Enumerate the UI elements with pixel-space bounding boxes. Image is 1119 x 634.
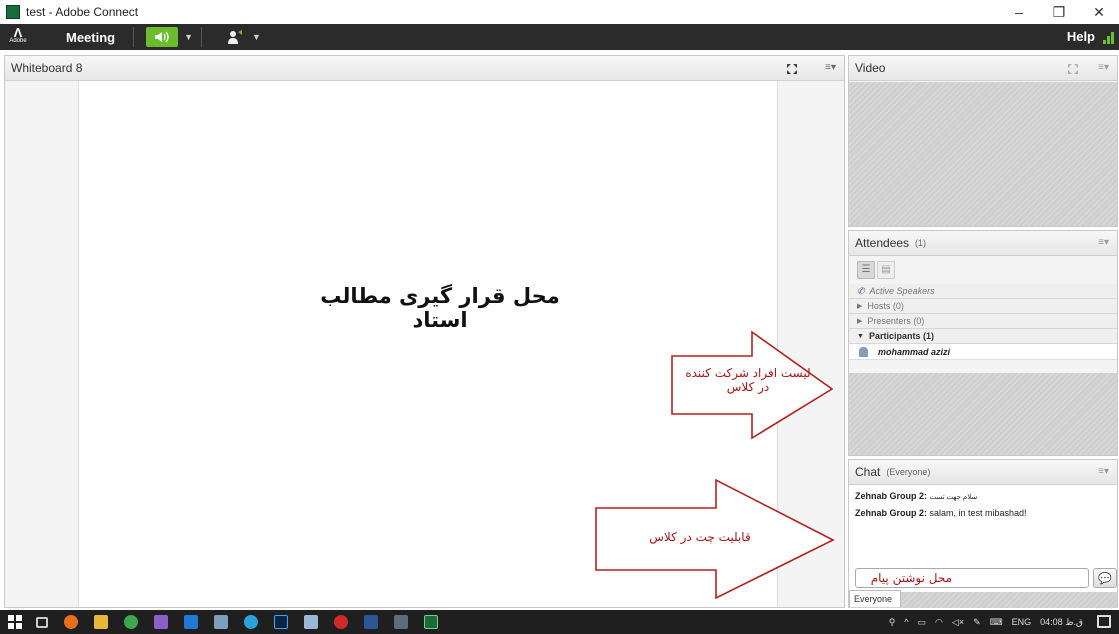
windows-taskbar: ⚲ ^ ▭ ◠ ◁× ✎ ⌨ ENG 04:08 ق.ظ [0, 610, 1119, 634]
volume-icon[interactable]: ◁× [952, 617, 964, 628]
attendees-annotation-label: لیست افراد شرکت کننده در کلاس [668, 366, 828, 394]
word-icon[interactable] [364, 615, 378, 629]
adobe-connect-window: test - Adobe Connect – ❐ ✕ Λ Adobe Meeti… [0, 0, 1119, 634]
chat-annotation-label: قابلیت چت در کلاس [649, 530, 751, 544]
opera-icon[interactable] [334, 615, 348, 629]
battery-icon[interactable]: ▭ [918, 617, 927, 628]
adobe-connect-icon[interactable] [424, 615, 438, 629]
attendees-annotation-line-1: لیست افراد شرکت کننده [685, 366, 811, 380]
people-icon[interactable]: ⚲ [889, 617, 896, 628]
action-center-icon[interactable] [1097, 615, 1111, 628]
app-icon[interactable] [394, 615, 408, 629]
show-hidden-icons[interactable]: ^ [904, 617, 908, 627]
task-view-icon[interactable] [36, 616, 48, 628]
photoshop-icon[interactable] [274, 615, 288, 629]
clock[interactable]: 04:08 ق.ظ [1040, 617, 1083, 628]
keyboard-icon[interactable]: ⌨ [990, 617, 1003, 628]
system-tray: ⚲ ^ ▭ ◠ ◁× ✎ ⌨ ENG 04:08 ق.ظ [889, 610, 1083, 634]
tool-icon[interactable] [214, 615, 228, 629]
attendees-annotation-line-2: در کلاس [726, 380, 770, 394]
vscode-icon[interactable] [184, 615, 198, 629]
pen-icon[interactable]: ✎ [973, 617, 981, 628]
chrome-icon[interactable] [124, 615, 138, 629]
wifi-icon[interactable]: ◠ [935, 617, 943, 628]
windows-start-icon[interactable] [8, 615, 22, 629]
telegram-icon[interactable] [244, 615, 258, 629]
annotation-arrows [595, 330, 835, 600]
network-icon[interactable] [304, 615, 318, 629]
firefox-icon[interactable] [64, 615, 78, 629]
language-indicator[interactable]: ENG [1012, 617, 1032, 627]
visual-studio-icon[interactable] [154, 615, 168, 629]
file-explorer-icon[interactable] [94, 615, 108, 629]
